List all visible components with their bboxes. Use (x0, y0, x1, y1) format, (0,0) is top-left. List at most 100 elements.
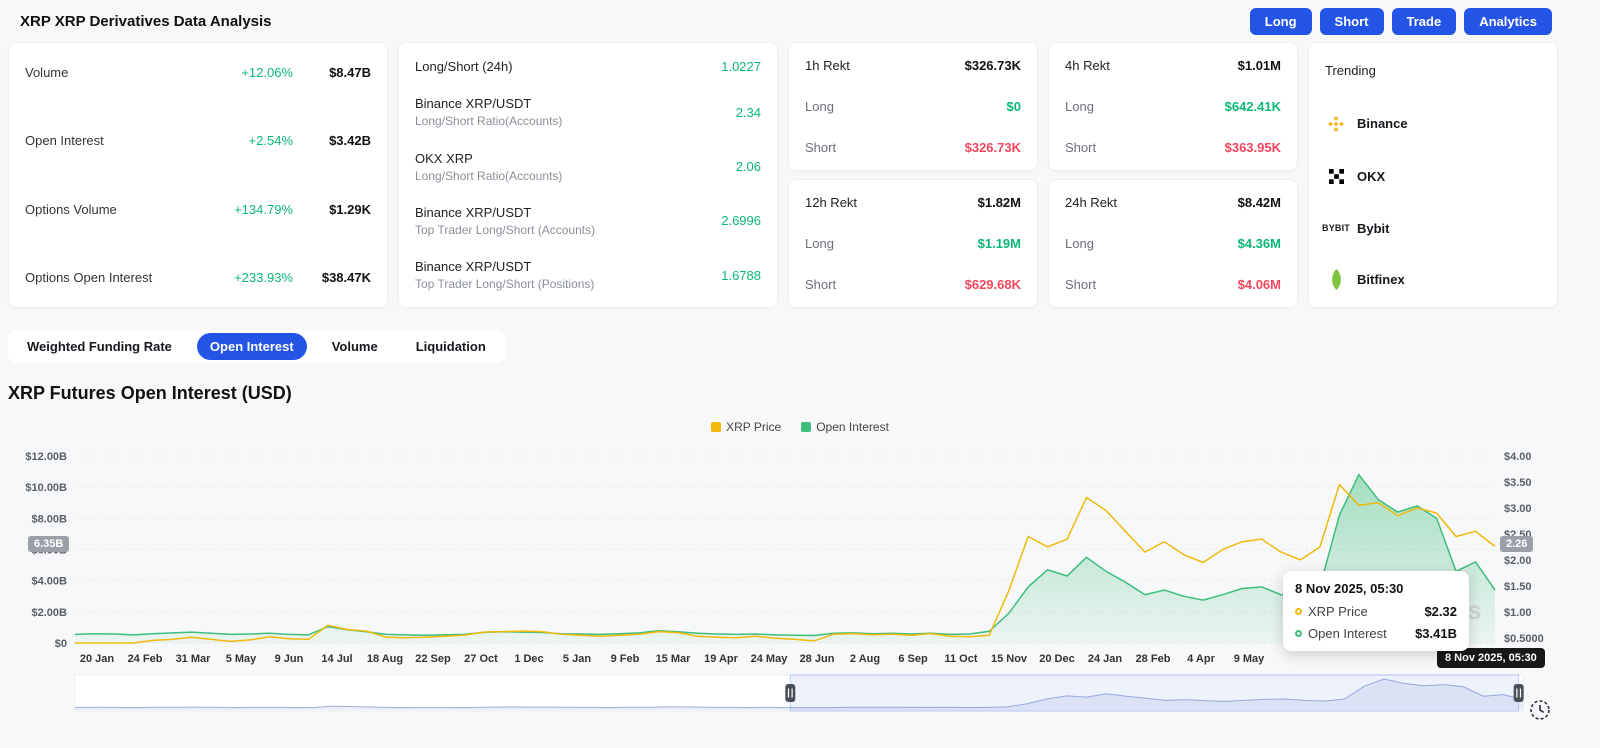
trending-item-okx[interactable]: OKX (1325, 169, 1541, 184)
x-axis-tick-label: 11 Oct (944, 653, 977, 665)
trending-item-label: OKX (1357, 169, 1386, 184)
legend-item-xrp-price[interactable]: XRP Price (711, 420, 781, 434)
legend-label: XRP Price (726, 420, 782, 434)
ratio-label: OKX XRP (415, 150, 473, 166)
x-axis-tick-label: 28 Feb (1136, 653, 1171, 665)
rekt-short-row: Short $4.06M (1065, 277, 1281, 292)
left-axis-tick-label: $10.00B (25, 482, 67, 494)
trade-button[interactable]: Trade (1391, 7, 1457, 35)
long-button[interactable]: Long (1249, 7, 1312, 35)
rekt-card-12h: 12h Rekt $1.82M Long $1.19M Short $629.6… (788, 179, 1038, 308)
bybit-icon: BYBIT (1322, 223, 1350, 233)
tab-liquidation[interactable]: Liquidation (403, 333, 499, 360)
tooltip-date: 8 Nov 2025, 05:30 (1295, 581, 1404, 596)
rekt-long-row: Long $1.19M (805, 236, 1021, 251)
ratio-row: Binance XRP/USDT Top Trader Long/Short (… (415, 205, 761, 237)
chart-tooltip: 8 Nov 2025, 05:30 XRP Price $2.32 Open I… (1283, 571, 1469, 651)
tab-volume[interactable]: Volume (319, 333, 391, 360)
left-axis-tick-label: $4.00B (32, 576, 68, 588)
chart-area[interactable]: $12.00B$10.00B$8.00B$6.00B$4.00B$2.00B$0… (0, 438, 1600, 738)
tooltip-row-open-interest: Open Interest $3.41B (1295, 626, 1457, 641)
ratio-label: Binance XRP/USDT (415, 204, 532, 220)
trending-title: Trending (1325, 63, 1376, 78)
rekt-short-label: Short (1065, 140, 1097, 155)
legend-item-open-interest[interactable]: Open Interest (801, 420, 889, 434)
trending-item-binance[interactable]: Binance (1325, 115, 1541, 133)
rekt-long-value: $4.36M (1237, 236, 1281, 251)
okx-icon (1325, 169, 1347, 184)
market-stats-card: Volume +12.06% $8.47B Open Interest +2.5… (8, 42, 388, 308)
chart-tabs: Weighted Funding Rate Open Interest Volu… (8, 330, 505, 363)
ratio-label: Long/Short (24h) (415, 59, 513, 74)
rekt-short-label: Short (805, 277, 837, 292)
rekt-short-label: Short (805, 140, 837, 155)
ratio-row: OKX XRP Long/Short Ratio(Accounts) 2.06 (415, 151, 761, 183)
tab-open-interest[interactable]: Open Interest (196, 333, 307, 360)
trending-item-bitfinex[interactable]: Bitfinex (1325, 268, 1541, 291)
analytics-button[interactable]: Analytics (1464, 7, 1552, 35)
trending-item-label: Bybit (1357, 220, 1390, 236)
tooltip-label: XRP Price (1308, 604, 1368, 619)
rekt-title: 24h Rekt (1065, 195, 1118, 210)
short-button[interactable]: Short (1319, 7, 1384, 35)
rekt-short-label: Short (1065, 277, 1097, 292)
stat-value: $38.47K (321, 269, 371, 285)
stat-label: Options Open Interest (25, 269, 153, 285)
rekt-title: 1h Rekt (805, 58, 850, 73)
left-axis-tick-label: $8.00B (32, 513, 68, 525)
bitfinex-icon (1325, 268, 1347, 291)
stat-label: Options Volume (25, 201, 117, 217)
x-axis-tick-label: 24 May (751, 653, 789, 665)
price-dot-icon (1295, 608, 1302, 615)
datazoom-selection[interactable] (789, 674, 1520, 712)
stat-value: $8.47B (329, 65, 371, 80)
rekt-short-row: Short $326.73K (805, 140, 1021, 155)
right-axis-tick-label: $3.50 (1504, 477, 1532, 489)
rekt-long-label: Long (805, 236, 834, 251)
stat-change: +2.54% (248, 133, 293, 149)
right-axis-tick-label: $1.00 (1504, 607, 1532, 619)
trending-item-bybit[interactable]: BYBIT Bybit (1322, 220, 1541, 236)
rekt-header-row: 12h Rekt $1.82M (805, 195, 1021, 210)
x-axis-tick-label: 18 Aug (367, 653, 403, 665)
tab-weighted-funding-rate[interactable]: Weighted Funding Rate (14, 333, 185, 360)
rekt-long-row: Long $4.36M (1065, 236, 1281, 251)
rekt-long-label: Long (805, 99, 834, 114)
right-axis-tick-label: $1.50 (1504, 581, 1532, 593)
topbar-actions: Long Short Trade Analytics (1249, 7, 1552, 35)
ratio-value: 2.6996 (721, 213, 761, 229)
topbar: XRP XRP Derivatives Data Analysis Long S… (0, 0, 1600, 38)
right-axis-tick-label: $0.5000 (1504, 633, 1544, 645)
ratio-row: Long/Short (24h) 1.0227 (415, 59, 761, 74)
time-settings-icon[interactable] (1528, 698, 1552, 722)
chart-legend: XRP Price Open Interest (0, 420, 1600, 434)
long-short-ratio-card: Long/Short (24h) 1.0227 Binance XRP/USDT… (398, 42, 778, 308)
tooltip-row-price: XRP Price $2.32 (1295, 604, 1457, 619)
ratio-value: 2.34 (735, 104, 761, 120)
ratio-labels: Binance XRP/USDT Top Trader Long/Short (… (415, 205, 595, 237)
stat-row-options-open-interest: Options Open Interest +233.93% $38.47K (25, 270, 371, 285)
rekt-short-value: $629.68K (964, 277, 1021, 292)
x-axis-tick-label: 14 Jul (321, 653, 352, 665)
trending-item-label: Bitfinex (1357, 272, 1405, 287)
rekt-header-row: 24h Rekt $8.42M (1065, 195, 1281, 210)
rekt-total: $326.73K (964, 58, 1021, 73)
stat-value: $1.29K (329, 201, 371, 217)
x-axis-tick-label: 9 Feb (611, 653, 640, 665)
rekt-card-1h: 1h Rekt $326.73K Long $0 Short $326.73K (788, 42, 1038, 171)
ratio-labels: OKX XRP Long/Short Ratio(Accounts) (415, 151, 562, 183)
left-axis-tick-label: $12.00B (25, 451, 67, 463)
left-axis-latest-badge: 6.35B (28, 536, 70, 552)
stat-label: Volume (25, 65, 69, 80)
x-axis-tick-label: 6 Sep (898, 653, 928, 665)
tooltip-label: Open Interest (1308, 626, 1387, 641)
x-axis-tick-label: 1 Dec (514, 653, 543, 665)
rekt-short-value: $363.95K (1224, 140, 1281, 155)
x-axis-tick-label: 31 Mar (176, 653, 212, 665)
rekt-header-row: 1h Rekt $326.73K (805, 58, 1021, 73)
rekt-title: 12h Rekt (805, 195, 858, 210)
open-interest-swatch-icon (801, 422, 812, 432)
datazoom-left-handle[interactable] (785, 684, 796, 702)
datazoom-right-handle[interactable] (1513, 684, 1524, 702)
x-axis-tick-label: 15 Mar (656, 653, 692, 665)
